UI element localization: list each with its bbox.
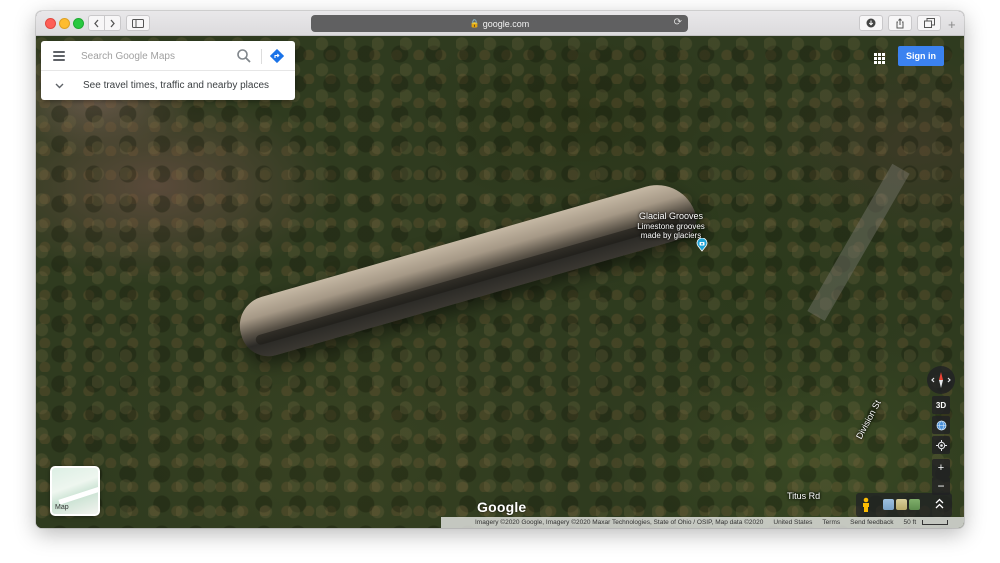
downloads-button[interactable] — [859, 15, 883, 31]
reload-icon[interactable]: ⟳ — [674, 17, 682, 28]
camera-pin-icon[interactable] — [695, 238, 709, 252]
share-button[interactable] — [888, 15, 912, 31]
imagery-tile-3[interactable] — [909, 499, 920, 510]
search-divider — [261, 49, 262, 64]
browser-window: 🔒 google.com ⟳ + Search Google Maps See … — [36, 11, 964, 528]
minimize-window-button[interactable] — [59, 18, 70, 29]
search-icon[interactable] — [236, 48, 252, 64]
road-label-titus: Titus Rd — [787, 491, 821, 501]
new-tab-button[interactable]: + — [948, 17, 956, 32]
directions-icon[interactable] — [270, 49, 284, 63]
chevron-right-icon — [110, 19, 115, 27]
search-card: See travel times, traffic and nearby pla… — [41, 41, 295, 100]
forward-button[interactable] — [104, 15, 121, 31]
globe-view-button[interactable] — [932, 416, 950, 434]
imagery-attribution: Imagery ©2020 Google, Imagery ©2020 Maxa… — [475, 519, 764, 526]
scale-label[interactable]: 50 ft — [904, 519, 917, 526]
browser-toolbar: 🔒 google.com ⟳ + — [36, 11, 964, 36]
search-row — [41, 41, 295, 71]
chevron-left-icon — [94, 19, 99, 27]
attribution-bar: Imagery ©2020 Google, Imagery ©2020 Maxa… — [441, 517, 964, 528]
location-target-icon — [935, 439, 947, 451]
google-logo: Google — [477, 499, 527, 515]
send-feedback-link[interactable]: Send feedback — [850, 519, 893, 526]
expand-up-icon[interactable] — [935, 498, 944, 510]
lock-icon: 🔒 — [469, 19, 480, 28]
download-icon — [866, 18, 876, 28]
imagery-tile-2[interactable] — [896, 499, 907, 510]
url-text: google.com — [482, 18, 530, 29]
search-input[interactable] — [81, 48, 231, 64]
travel-times-label: See travel times, traffic and nearby pla… — [83, 80, 270, 91]
my-location-button[interactable] — [932, 436, 950, 454]
layer-label: Map — [55, 504, 69, 511]
satellite-map[interactable]: See travel times, traffic and nearby pla… — [36, 36, 964, 528]
zoom-window-button[interactable] — [73, 18, 84, 29]
sidebar-toggle-button[interactable] — [126, 15, 150, 31]
compass-icon — [931, 372, 951, 388]
google-apps-icon[interactable] — [874, 53, 885, 64]
poi-title[interactable]: Glacial Grooves — [621, 211, 721, 221]
imagery-panel — [856, 493, 952, 517]
scale-bar[interactable] — [922, 520, 948, 525]
address-bar[interactable]: 🔒 google.com ⟳ — [311, 15, 688, 32]
show-tabs-button[interactable] — [917, 15, 941, 31]
map-layer-toggle[interactable]: Map — [50, 466, 100, 516]
sign-in-button[interactable]: Sign in — [898, 46, 944, 66]
compass-button[interactable] — [927, 366, 955, 394]
terms-link[interactable]: Terms — [822, 519, 840, 526]
3d-toggle-button[interactable]: 3D — [932, 396, 950, 414]
hamburger-menu-icon[interactable] — [53, 51, 65, 61]
zoom-in-button[interactable]: + — [932, 459, 950, 477]
sidebar-icon — [132, 18, 144, 28]
travel-times-row[interactable]: See travel times, traffic and nearby pla… — [41, 71, 295, 100]
tabs-icon — [923, 18, 935, 28]
chevron-down-icon — [55, 83, 64, 89]
pegman-icon[interactable] — [861, 497, 871, 513]
imagery-tile-1[interactable] — [883, 499, 894, 510]
close-window-button[interactable] — [45, 18, 56, 29]
region-link[interactable]: United States — [773, 519, 812, 526]
poi-subtitle-line1: Limestone grooves — [637, 222, 705, 231]
share-icon — [896, 17, 904, 28]
back-button[interactable] — [88, 15, 105, 31]
thumbnail-road — [58, 484, 98, 505]
globe-icon — [936, 420, 946, 430]
